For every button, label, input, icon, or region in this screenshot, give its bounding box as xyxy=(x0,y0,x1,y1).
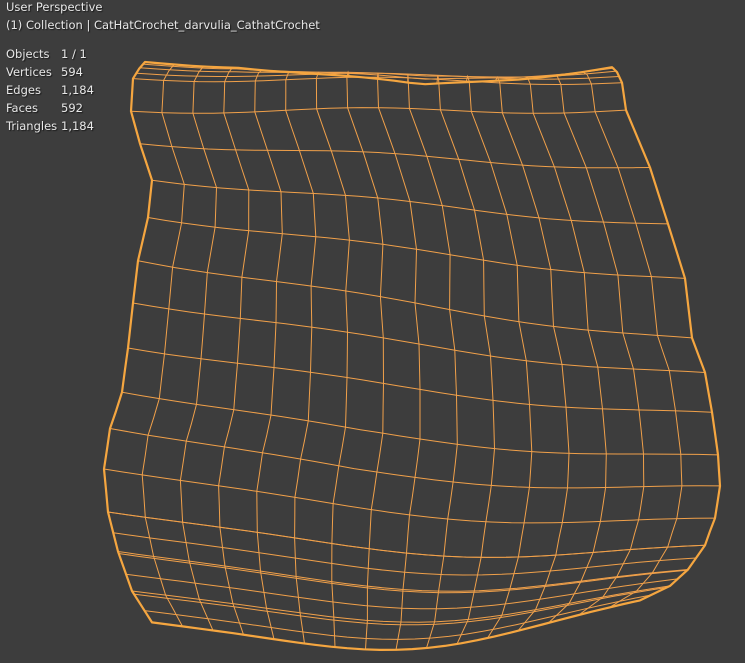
stat-label: Vertices xyxy=(6,65,52,79)
wireframe-mesh[interactable] xyxy=(0,0,745,663)
stat-triangles: Triangles 1,184 xyxy=(6,119,94,137)
wire-edge xyxy=(436,75,496,645)
wire-edge xyxy=(553,75,645,616)
wire-edge xyxy=(494,75,570,632)
stat-label: Objects xyxy=(6,47,50,61)
stat-value: 1,184 xyxy=(61,83,94,97)
wire-edge xyxy=(407,74,458,649)
stat-value: 1,184 xyxy=(61,119,94,133)
wire-edge xyxy=(141,64,185,627)
view-name-label: User Perspective xyxy=(6,0,103,14)
stat-value: 594 xyxy=(61,65,83,79)
wire-edge xyxy=(218,67,250,635)
stat-value: 592 xyxy=(61,101,83,115)
collection-label: (1) Collection | CatHatCrochet_darvulia_… xyxy=(6,18,320,32)
stat-label: Edges xyxy=(6,83,41,97)
scene-statistics: Objects 1 / 1 Vertices 594 Edges 1,184 F… xyxy=(6,47,94,137)
3d-viewport[interactable]: User Perspective (1) Collection | CatHat… xyxy=(0,0,745,663)
wire-edge xyxy=(315,71,350,648)
stat-value: 1 / 1 xyxy=(61,47,87,61)
wire-edge xyxy=(139,143,651,169)
stat-edges: Edges 1,184 xyxy=(6,83,94,101)
stat-objects: Objects 1 / 1 xyxy=(6,47,94,65)
wire-edge xyxy=(582,71,683,608)
stat-faces: Faces 592 xyxy=(6,101,94,119)
stat-label: Triangles xyxy=(6,119,58,133)
stat-vertices: Vertices 594 xyxy=(6,65,94,83)
stat-label: Faces xyxy=(6,101,38,115)
wire-edges xyxy=(103,61,721,651)
wire-edge xyxy=(346,70,385,650)
wire-edge xyxy=(524,76,607,624)
